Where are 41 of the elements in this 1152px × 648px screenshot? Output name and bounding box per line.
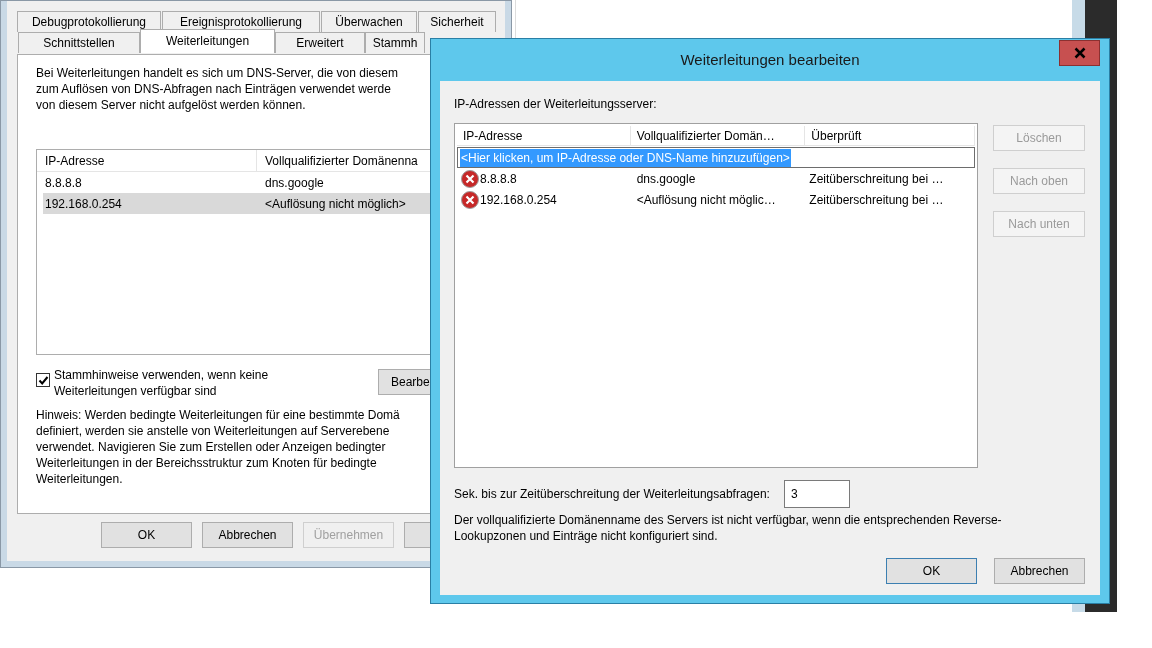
error-icon: [461, 190, 479, 209]
dialog-button[interactable]: OK: [101, 522, 192, 548]
tab[interactable]: Sicherheit: [418, 11, 496, 32]
tab[interactable]: Überwachen: [321, 11, 417, 32]
description-text: Bei Weiterleitungen handelt es sich um DNS-Server, die von diesem zum Auflösen von DNS-Abfragen nach Einträgen verwendet werde von diesem Server nicht aufgelöst werden können.: [36, 65, 398, 113]
column-header[interactable]: IP-Adresse: [457, 126, 631, 145]
table-cell-text: <Auflösung nicht möglic…: [635, 191, 777, 209]
note-text: Hinweis: Werden bedingte Weiterleitungen für eine bestimmte Domä definiert, werden sie anstelle von Weiterleitungen auf Serverebene verwendet. Navigieren Sie zum Erstellen oder Anzeigen bedingter Weiterleitungen in der Bereichsstruktur zum Knoten für bedingte Weiterleitungen.: [36, 407, 401, 487]
tab[interactable]: Schnittstellen: [18, 32, 140, 53]
table-cell-text: 8.8.8.8: [44, 174, 83, 192]
list-row[interactable]: 8.8.8.8 dns.google Zeitüberschreitung bei …: [457, 168, 975, 189]
column-header[interactable]: IP-Adresse: [37, 150, 257, 171]
tab[interactable]: Debugprotokollierung: [17, 11, 161, 32]
table-cell-text: Zeitüberschreitung bei …: [808, 191, 945, 209]
table-cell-text: dns.google: [264, 174, 325, 192]
timeout-field[interactable]: 3: [783, 480, 850, 508]
table-cell-text: 192.168.0.254: [480, 191, 557, 209]
dialog-title: Weiterleitungen bearbeiten: [680, 49, 860, 70]
table-cell-text: Zeitüberschreitung bei …: [808, 170, 945, 188]
tab[interactable]: Erweitert: [275, 32, 365, 53]
timeout-label: Sek. bis zur Zeitüberschreitung der Weiterleitungsabfragen:: [454, 486, 770, 503]
table-cell-text: 8.8.8.8: [480, 170, 517, 188]
table-cell-text: <Auflösung nicht möglich>: [264, 195, 407, 213]
tab[interactable]: Stammh: [365, 32, 425, 53]
column-header[interactable]: Vollqualifizierter Domänenna: [257, 150, 426, 171]
tab[interactable]: Weiterleitungen: [140, 29, 275, 53]
info-text: Der vollqualifizierte Domänenname des Servers ist nicht verfügbar, wenn die entsprechenden Reverse- Lookupzonen und Einträge nicht konfiguriert sind.: [454, 512, 1003, 544]
column-header[interactable]: Vollqualifizierter Domän…: [630, 126, 806, 145]
table-cell-text: dns.google: [635, 170, 697, 188]
list-label: IP-Adressen der Weiterleitungsserver:: [454, 96, 658, 111]
error-icon: [461, 169, 479, 188]
column-header[interactable]: Überprüft: [805, 126, 975, 145]
table-cell-text: 192.168.0.254: [44, 195, 123, 213]
dialog-button[interactable]: Abbrechen: [994, 558, 1085, 584]
checkbox[interactable]: [36, 373, 50, 387]
dialog-button[interactable]: Abbrechen: [202, 522, 293, 548]
close-button[interactable]: [1059, 40, 1100, 66]
checkbox-label: Stammhinweise verwenden, wenn keine Weiterleitungen verfügbar sind: [54, 367, 270, 399]
close-icon: [1073, 47, 1086, 59]
add-entry-text: <Hier klicken, um IP-Adresse oder DNS-Name hinzuzufügen>: [460, 148, 791, 167]
dialog-button[interactable]: OK: [886, 558, 977, 584]
